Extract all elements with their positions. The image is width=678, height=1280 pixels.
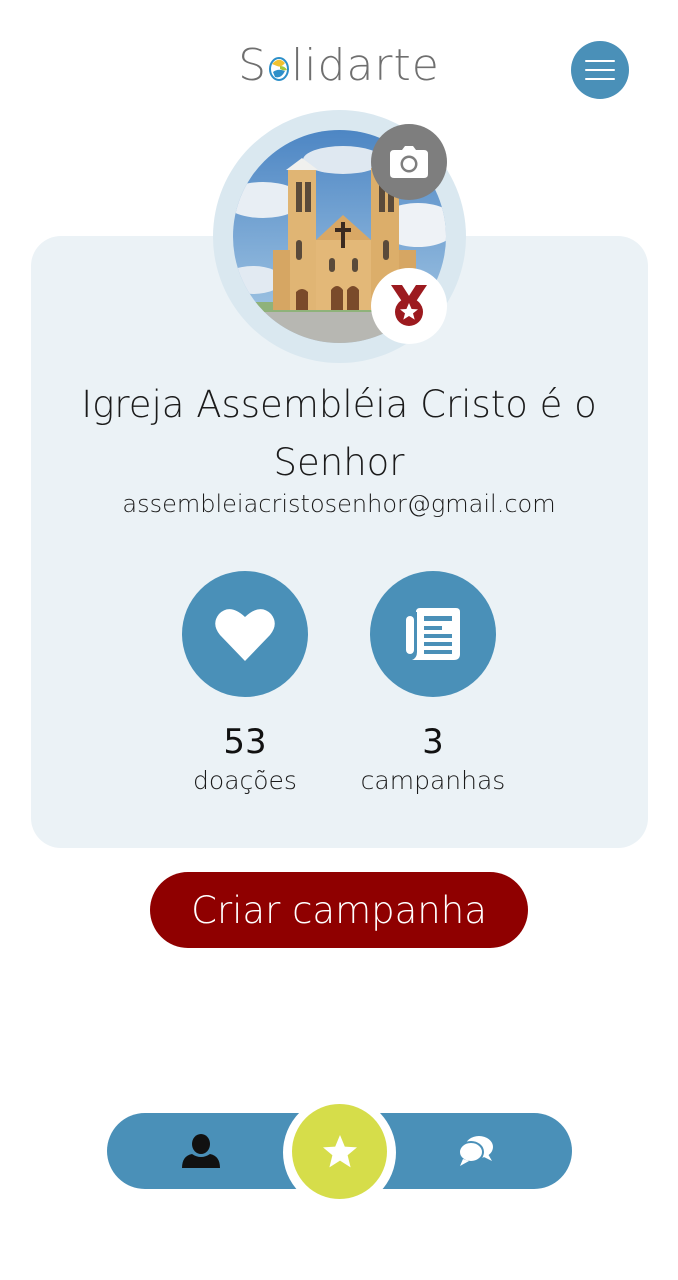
menu-button[interactable]: [571, 41, 629, 99]
logo-text-end: lidarte: [291, 40, 440, 91]
medal-icon: [391, 285, 427, 326]
heart-icon: [215, 609, 275, 661]
donations-count: 53: [223, 722, 267, 762]
logo-text-start: S: [238, 40, 268, 91]
change-photo-button[interactable]: [371, 124, 447, 200]
chat-icon: [458, 1136, 493, 1166]
nav-profile-button[interactable]: [175, 1128, 227, 1174]
profile-screen: S lidarte Igreja Assembléia Cristo é o S…: [0, 0, 678, 1280]
camera-icon: [390, 146, 428, 178]
newspaper-icon: [406, 608, 460, 660]
donations-label: doações: [193, 766, 297, 795]
hamburger-icon: [585, 60, 615, 80]
organization-name: Igreja Assembléia Cristo é o Senhor: [81, 383, 597, 484]
donations-stat-button[interactable]: [182, 571, 308, 697]
nav-chat-button[interactable]: [450, 1128, 502, 1174]
logo-mark-icon: [268, 42, 290, 81]
user-icon: [182, 1134, 220, 1168]
campaigns-label: campanhas: [360, 766, 506, 795]
create-campaign-button[interactable]: Criar campanha: [150, 872, 528, 948]
medal-badge: [371, 268, 447, 344]
campaigns-stat-button[interactable]: [370, 571, 496, 697]
nav-highlights-button[interactable]: [292, 1104, 387, 1199]
star-icon: [322, 1134, 357, 1167]
organization-email: assembleiacristosenhor@gmail.com: [122, 490, 556, 518]
campaigns-count: 3: [422, 722, 444, 762]
